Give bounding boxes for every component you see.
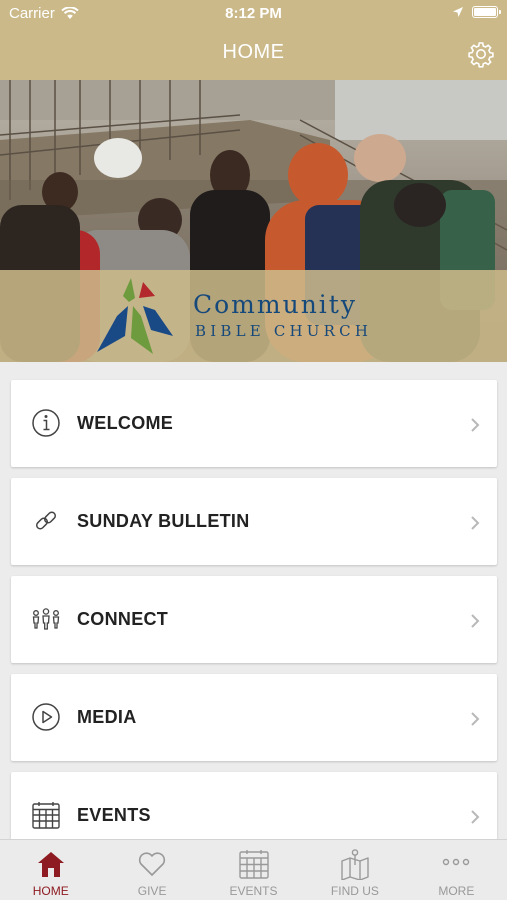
calendar-icon [32, 802, 60, 829]
more-icon [443, 858, 470, 866]
menu-item-label: EVENTS [77, 805, 151, 825]
logo-line2: BIBLE CHURCH [195, 322, 373, 340]
chevron-right-icon [471, 516, 480, 530]
chevron-right-icon [471, 418, 480, 432]
chevron-right-icon [471, 712, 480, 726]
gear-icon[interactable] [467, 40, 495, 68]
tab-label: EVENTS [229, 884, 278, 898]
menu-item-sunday-bulletin[interactable]: SUNDAY BULLETIN [11, 478, 497, 565]
menu-item-welcome[interactable]: WELCOME [11, 380, 497, 467]
menu-item-label: MEDIA [77, 707, 137, 727]
battery-icon [472, 6, 501, 18]
location-arrow-icon [453, 7, 463, 17]
tab-label: GIVE [137, 884, 167, 898]
play-icon [32, 703, 60, 731]
church-logo-icon [97, 278, 173, 354]
page-title: HOME [222, 41, 285, 63]
calendar-icon [238, 850, 269, 879]
tab-find-us[interactable]: FIND US [304, 840, 405, 900]
chevron-right-icon [471, 810, 480, 824]
home-menu: WELCOME SUNDAY BULLETIN CONNECT MEDIA EV… [11, 380, 497, 870]
menu-item-connect[interactable]: CONNECT [11, 576, 497, 663]
logo-line1: Community [193, 290, 357, 319]
map-icon [341, 849, 369, 880]
tab-home[interactable]: HOME [0, 840, 101, 900]
church-logo-text: Community BIBLE CHURCH [193, 290, 372, 342]
tab-more[interactable]: MORE [406, 840, 507, 900]
tab-label: HOME [32, 884, 69, 898]
menu-item-label: CONNECT [77, 609, 169, 629]
menu-item-label: WELCOME [77, 413, 174, 433]
tab-events[interactable]: EVENTS [203, 840, 304, 900]
tab-bar: HOME GIVE EVENTS FIND US MORE [0, 839, 507, 900]
hero-banner: Community BIBLE CHURCH [0, 80, 507, 362]
link-icon [35, 511, 57, 530]
home-icon [37, 852, 64, 877]
people-icon [32, 608, 60, 630]
tab-give[interactable]: GIVE [101, 840, 202, 900]
tab-label: MORE [438, 884, 475, 898]
chevron-right-icon [471, 614, 480, 628]
nav-bar: HOME [0, 28, 507, 80]
menu-item-media[interactable]: MEDIA [11, 674, 497, 761]
status-time: 8:12 PM [225, 5, 282, 22]
status-bar: Carrier 8:12 PM [0, 0, 507, 28]
tab-label: FIND US [330, 884, 379, 898]
info-icon [32, 409, 60, 437]
heart-icon [139, 852, 166, 876]
status-right [452, 6, 501, 18]
menu-item-label: SUNDAY BULLETIN [77, 511, 250, 531]
